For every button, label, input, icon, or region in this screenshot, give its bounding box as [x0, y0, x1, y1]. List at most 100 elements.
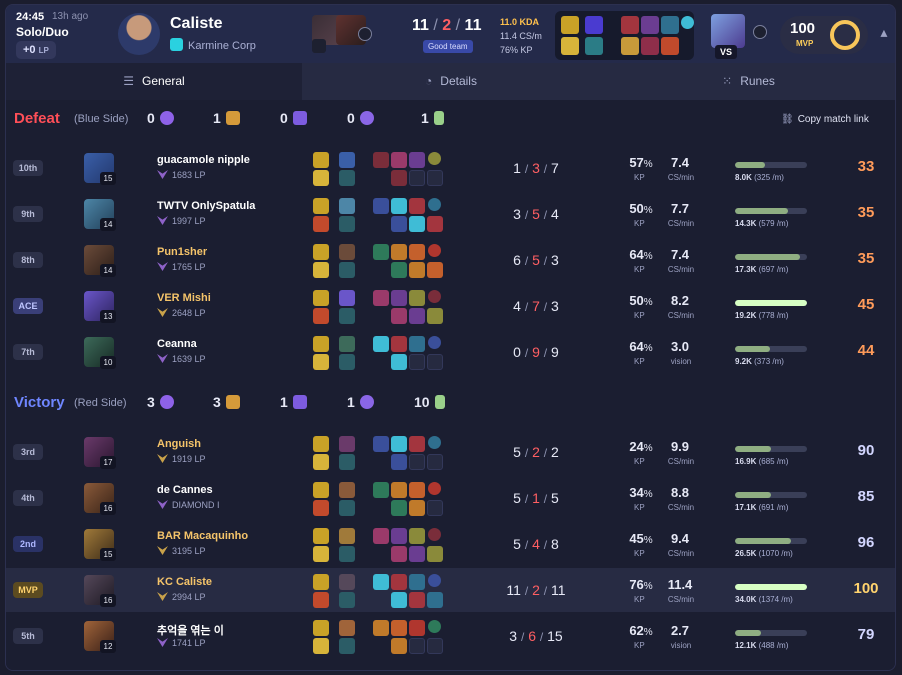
rune-icon[interactable] — [339, 436, 355, 452]
item-icon[interactable] — [661, 37, 679, 55]
player-row[interactable]: 7th 10 Ceanna 1639 LP 0 / 9 / 9 64% KP 3.0 visio… — [6, 330, 895, 374]
item-icon[interactable] — [621, 37, 639, 55]
item-icon[interactable] — [621, 16, 639, 34]
opponent-champion-portrait[interactable] — [711, 14, 745, 48]
trinket-icon[interactable] — [681, 16, 694, 29]
item-icon[interactable] — [427, 262, 443, 278]
item-icon[interactable] — [427, 216, 443, 232]
item-icon[interactable] — [373, 336, 389, 352]
summoner-spell-icon[interactable] — [313, 354, 329, 370]
rune-icon[interactable] — [339, 546, 355, 562]
summoner-spell-icon[interactable] — [313, 574, 329, 590]
item-icon[interactable] — [391, 500, 407, 516]
summoner-spell-icon[interactable] — [561, 16, 579, 34]
item-icon[interactable] — [391, 354, 407, 370]
rune-icon[interactable] — [339, 308, 355, 324]
rune-icon[interactable] — [339, 170, 355, 186]
item-icon[interactable] — [373, 244, 389, 260]
rune-icon[interactable] — [585, 16, 603, 34]
item-icon[interactable] — [391, 528, 407, 544]
item-icon[interactable] — [409, 308, 425, 324]
player-row[interactable]: 10th 15 guacamole nipple 1683 LP 1 / 3 / 7 57… — [6, 146, 895, 190]
item-icon[interactable] — [409, 198, 425, 214]
item-icon[interactable] — [391, 198, 407, 214]
item-icon[interactable] — [409, 244, 425, 260]
item-icon[interactable] — [373, 528, 389, 544]
summoner-spell-icon[interactable] — [313, 170, 329, 186]
player-name[interactable]: Ceanna — [157, 338, 197, 350]
rune-icon[interactable] — [339, 336, 355, 352]
player-row[interactable]: 2nd 15 BAR Macaquinho 3195 LP 5 / 4 / 8 45% KP… — [6, 522, 895, 566]
item-icon[interactable] — [391, 308, 407, 324]
summoner-spell-icon[interactable] — [313, 592, 329, 608]
player-name[interactable]: Caliste — [170, 15, 222, 33]
player-row[interactable]: ACE 13 VER Mishi 2648 LP 4 / 7 / 3 50% KP 8.2 CS… — [6, 284, 895, 328]
summoner-spell-icon[interactable] — [313, 198, 329, 214]
item-icon[interactable] — [373, 198, 389, 214]
item-icon[interactable] — [409, 546, 425, 562]
item-icon[interactable] — [409, 152, 425, 168]
summoner-spell-icon[interactable] — [313, 152, 329, 168]
rune-icon[interactable] — [339, 482, 355, 498]
item-icon[interactable] — [391, 546, 407, 562]
rune-icon[interactable] — [585, 37, 603, 55]
match-header[interactable]: 24:45 13h ago Solo/Duo +0 LP Caliste Kar… — [6, 5, 895, 63]
item-icon[interactable] — [391, 620, 407, 636]
trinket-icon[interactable] — [428, 336, 441, 349]
item-icon[interactable] — [391, 592, 407, 608]
rune-icon[interactable] — [339, 290, 355, 306]
trinket-icon[interactable] — [428, 198, 441, 211]
player-row[interactable]: 3rd 17 Anguish 1919 LP 5 / 2 / 2 24% KP 9.9 CS/m… — [6, 430, 895, 474]
rune-icon[interactable] — [339, 354, 355, 370]
item-icon[interactable] — [391, 436, 407, 452]
item-icon[interactable] — [409, 436, 425, 452]
player-name[interactable]: VER Mishi — [157, 292, 211, 304]
trinket-icon[interactable] — [428, 436, 441, 449]
player-name[interactable]: 추억을 엮는 이 — [157, 622, 224, 638]
player-row[interactable]: 8th 14 Pun1sher 1765 LP 6 / 5 / 3 64% KP 7.4 CS/… — [6, 238, 895, 282]
item-icon[interactable] — [427, 546, 443, 562]
item-icon[interactable] — [391, 638, 407, 654]
trinket-icon[interactable] — [428, 482, 441, 495]
player-name[interactable]: Anguish — [157, 438, 201, 450]
player-name[interactable]: guacamole nipple — [157, 154, 250, 166]
item-icon[interactable] — [373, 574, 389, 590]
summoner-spell-icon[interactable] — [561, 37, 579, 55]
item-icon[interactable] — [641, 16, 659, 34]
summoner-spell-icon[interactable] — [313, 436, 329, 452]
item-icon[interactable] — [409, 336, 425, 352]
item-icon[interactable] — [391, 170, 407, 186]
rune-icon[interactable] — [339, 244, 355, 260]
item-icon[interactable] — [427, 592, 443, 608]
item-icon[interactable] — [373, 436, 389, 452]
item-icon[interactable] — [373, 620, 389, 636]
chevron-up-icon[interactable]: ▼ — [878, 27, 890, 41]
summoner-spell-icon[interactable] — [313, 546, 329, 562]
summoner-spell-icon[interactable] — [313, 620, 329, 636]
summoner-spell-icon[interactable] — [313, 528, 329, 544]
rune-icon[interactable] — [339, 500, 355, 516]
item-icon[interactable] — [391, 244, 407, 260]
rune-icon[interactable] — [339, 592, 355, 608]
summoner-spell-icon[interactable] — [313, 262, 329, 278]
trinket-icon[interactable] — [428, 244, 441, 257]
item-icon[interactable] — [391, 216, 407, 232]
player-name[interactable]: Pun1sher — [157, 246, 207, 258]
item-icon[interactable] — [373, 290, 389, 306]
rune-icon[interactable] — [339, 528, 355, 544]
rune-icon[interactable] — [339, 574, 355, 590]
item-icon[interactable] — [409, 500, 425, 516]
player-avatar[interactable] — [118, 13, 160, 55]
item-icon[interactable] — [409, 290, 425, 306]
item-icon[interactable] — [391, 574, 407, 590]
trinket-icon[interactable] — [428, 290, 441, 303]
item-icon[interactable] — [409, 574, 425, 590]
copy-match-link-button[interactable]: ⛓ Copy match link — [781, 114, 869, 125]
summoner-spell-icon[interactable] — [313, 454, 329, 470]
rune-icon[interactable] — [339, 620, 355, 636]
tab-details[interactable]: ◔ Details — [302, 63, 600, 100]
player-name[interactable]: KC Caliste — [157, 576, 212, 588]
player-name[interactable]: TWTV OnlySpatula — [157, 200, 255, 212]
trinket-icon[interactable] — [428, 152, 441, 165]
trinket-icon[interactable] — [428, 574, 441, 587]
